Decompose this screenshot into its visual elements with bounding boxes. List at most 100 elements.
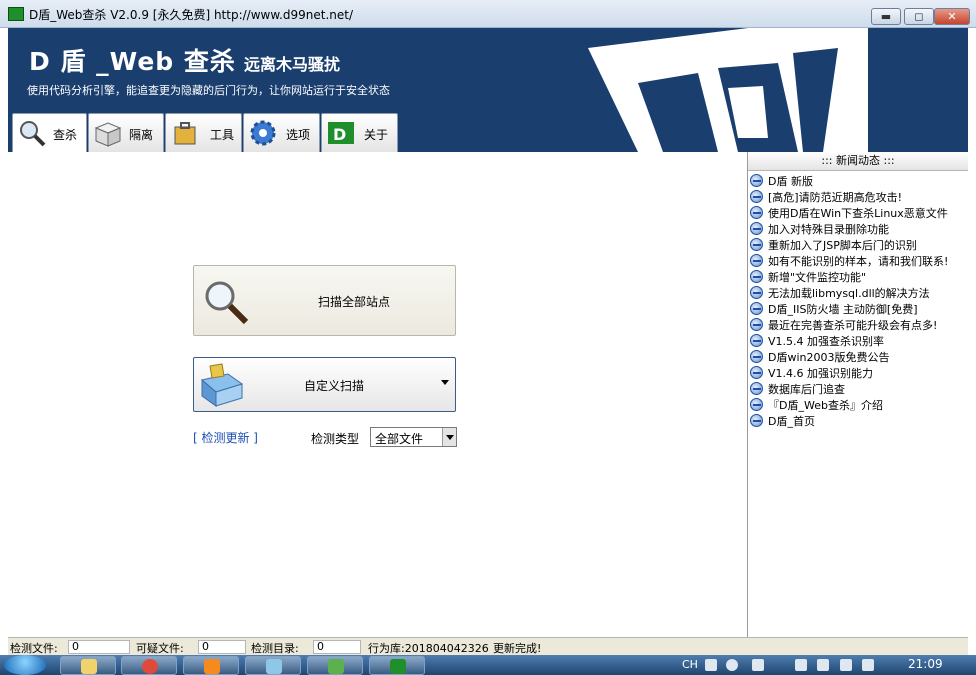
close-button[interactable]: ✕: [934, 8, 970, 25]
app-name: D 盾 _Web 查杀: [29, 47, 236, 76]
box-icon: [94, 122, 122, 147]
language-indicator[interactable]: CH: [682, 658, 698, 671]
d-shield-logo: [588, 28, 868, 152]
ie-link-icon: [750, 414, 763, 427]
flag-icon[interactable]: [795, 659, 807, 671]
check-update-link[interactable]: [ 检测更新 ]: [193, 429, 258, 446]
sublime-icon: [204, 659, 220, 674]
app-icon: [8, 7, 24, 21]
ie-link-icon: [750, 238, 763, 251]
ie-link-icon: [750, 286, 763, 299]
maximize-button[interactable]: ◻: [904, 8, 934, 25]
ie-link-icon: [750, 382, 763, 395]
news-panel: ::: 新闻动态 ::: D盾 新版 [高危]请防范近期高危攻击! 使用D盾在W…: [747, 152, 968, 637]
detect-files-label: 检测文件:: [10, 642, 58, 655]
header-banner: D 盾 _Web 查杀 远离木马骚扰 使用代码分析引擎，能追查更为隐藏的后门行为…: [8, 28, 968, 152]
tab-options[interactable]: 选项: [243, 113, 320, 152]
detect-type-select[interactable]: 全部文件: [370, 427, 457, 447]
detect-dirs-label: 检测目录:: [251, 642, 299, 655]
scan-panel: 扫描全部站点 自定义扫描 [ 检测更新 ] 检测类型 全部文件: [8, 152, 747, 637]
news-item[interactable]: D盾win2003版免费公告: [748, 350, 968, 366]
ie-link-icon: [750, 350, 763, 363]
tab-label: 查杀: [53, 128, 78, 142]
ie-link-icon: [750, 206, 763, 219]
folder-icon: [81, 659, 97, 674]
news-item[interactable]: 加入对特殊目录删除功能: [748, 222, 968, 238]
news-item[interactable]: D盾_IIS防火墙 主动防御[免费]: [748, 302, 968, 318]
keyboard-icon[interactable]: [705, 659, 717, 671]
slogan: 远离木马骚扰: [244, 55, 341, 74]
news-header: ::: 新闻动态 :::: [748, 152, 968, 171]
taskbar-explorer[interactable]: [60, 656, 116, 675]
taskbar-dshield[interactable]: [369, 656, 425, 675]
tab-label: 选项: [286, 128, 311, 142]
news-item[interactable]: V1.5.4 加强查杀识别率: [748, 334, 968, 350]
news-item[interactable]: 如有不能识别的样本，请和我们联系!: [748, 254, 968, 270]
tab-about[interactable]: D 关于: [321, 113, 398, 152]
tab-label: 隔离: [129, 128, 154, 142]
status-bar: 检测文件: 0 可疑文件: 0 检测目录: 0 行为库:201804042326…: [8, 637, 968, 655]
news-item[interactable]: V1.4.6 加强识别能力: [748, 366, 968, 382]
network-icon[interactable]: [840, 659, 852, 671]
tab-quarantine[interactable]: 隔离: [88, 113, 164, 152]
tab-tools[interactable]: 工具: [165, 113, 242, 152]
custom-scan-label: 自定义扫描: [303, 379, 364, 393]
detect-type-label: 检测类型: [311, 432, 360, 446]
taskbar-chrome[interactable]: [121, 656, 177, 675]
clock[interactable]: 21:09: [908, 657, 943, 671]
tray-arrow-icon[interactable]: [752, 659, 764, 671]
taskbar-sublime[interactable]: [183, 656, 239, 675]
news-item[interactable]: 数据库后门追查: [748, 382, 968, 398]
ie-link-icon: [750, 254, 763, 267]
magnifier-icon: [20, 121, 46, 147]
taskbar-app[interactable]: [245, 656, 301, 675]
window-title: D盾_Web查杀 V2.0.9 [永久免费] http://www.d99net…: [29, 8, 354, 22]
ie-link-icon: [750, 302, 763, 315]
ie-link-icon: [750, 174, 763, 187]
toolbox-icon: [174, 122, 196, 145]
rule-db-version: 行为库:201804042326: [368, 642, 489, 655]
detect-type-value: 全部文件: [375, 432, 424, 446]
magnifier-icon: [205, 281, 249, 325]
ie-link-icon: [750, 318, 763, 331]
detect-files-value: 0: [68, 640, 130, 654]
ie-link-icon: [750, 398, 763, 411]
chrome-icon: [142, 659, 158, 674]
news-item[interactable]: 新增"文件监控功能": [748, 270, 968, 286]
scan-all-sites-button[interactable]: 扫描全部站点: [193, 265, 456, 336]
taskbar: CH 21:09: [0, 655, 976, 675]
svg-text:D: D: [333, 125, 346, 144]
ie-link-icon: [750, 366, 763, 379]
d-logo-icon: [390, 659, 406, 674]
update-status: 更新完成!: [493, 642, 542, 655]
taskbar-app-green[interactable]: [307, 656, 363, 675]
news-item[interactable]: 『D盾_Web查杀』介绍: [748, 398, 968, 414]
dropdown-arrow-icon[interactable]: [441, 380, 449, 385]
app-icon: [328, 659, 344, 674]
document-icon[interactable]: [817, 659, 829, 671]
help-icon[interactable]: [726, 659, 738, 671]
minimize-button[interactable]: ▬: [871, 8, 901, 25]
custom-scan-button[interactable]: 自定义扫描: [193, 357, 456, 412]
tab-scan[interactable]: 查杀: [12, 113, 87, 152]
news-item[interactable]: D盾_首页: [748, 414, 968, 430]
news-item[interactable]: 使用D盾在Win下查杀Linux恶意文件: [748, 206, 968, 222]
title-bar[interactable]: D盾_Web查杀 V2.0.9 [永久免费] http://www.d99net…: [0, 0, 976, 28]
news-item[interactable]: [高危]请防范近期高危攻击!: [748, 190, 968, 206]
start-button[interactable]: [4, 655, 46, 675]
chevron-down-icon[interactable]: [442, 428, 456, 446]
ie-link-icon: [750, 334, 763, 347]
news-item[interactable]: 最近在完善查杀可能升级会有点多!: [748, 318, 968, 334]
news-item[interactable]: 重新加入了JSP脚本后门的识别: [748, 238, 968, 254]
suspicious-files-value: 0: [198, 640, 246, 654]
tab-label: 关于: [364, 128, 389, 142]
detect-dirs-value: 0: [313, 640, 361, 654]
volume-icon[interactable]: [862, 659, 874, 671]
ie-link-icon: [750, 190, 763, 203]
tagline: 使用代码分析引擎，能追查更为隐藏的后门行为，让你网站运行于安全状态: [27, 84, 390, 97]
app-window: D盾_Web查杀 V2.0.9 [永久免费] http://www.d99net…: [0, 0, 976, 675]
suspicious-files-label: 可疑文件:: [136, 642, 184, 655]
news-item[interactable]: D盾 新版: [748, 174, 968, 190]
news-item[interactable]: 无法加载libmysql.dll的解决方法: [748, 286, 968, 302]
app-icon: [266, 659, 282, 674]
